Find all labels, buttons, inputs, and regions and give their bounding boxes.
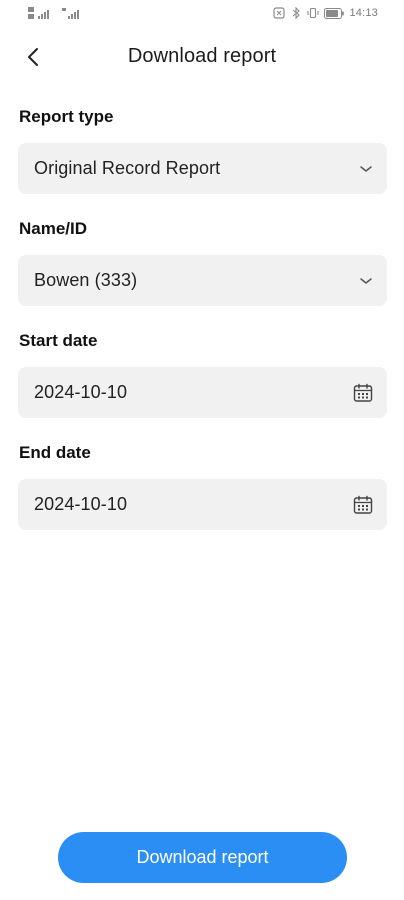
start-date-label: Start date (19, 331, 98, 350)
chevron-down-icon (360, 165, 372, 172)
name-id-label: Name/ID (19, 219, 88, 238)
battery-icon (324, 7, 345, 19)
download-report-button[interactable]: Download report (58, 832, 347, 883)
vibrate-icon (307, 7, 320, 19)
header: Download report (0, 36, 404, 76)
nfc-icon (273, 7, 286, 19)
end-date-label: End date (19, 443, 91, 462)
sim-signal-icon (28, 7, 49, 19)
start-date-field[interactable]: 2024-10-10 (18, 367, 387, 418)
end-date-value: 2024-10-10 (34, 494, 128, 514)
status-left (28, 5, 88, 21)
report-type-label: Report type (19, 107, 114, 126)
calendar-icon[interactable] (353, 495, 373, 515)
end-date-field[interactable]: 2024-10-10 (18, 479, 387, 530)
status-time: 14:13 (349, 7, 378, 19)
report-type-select[interactable]: Original Record Report (18, 143, 387, 194)
page-title: Download report (127, 45, 277, 67)
start-date-value: 2024-10-10 (34, 382, 128, 402)
name-id-value: Bowen (333) (34, 270, 138, 290)
status-right: 14:13 (273, 7, 378, 19)
name-id-select[interactable]: Bowen (333) (18, 255, 387, 306)
chevron-down-icon (360, 277, 372, 284)
download-report-screen: 14:13 Download report Report type Origin… (0, 0, 404, 900)
report-type-value: Original Record Report (34, 158, 221, 178)
status-bar: 14:13 (0, 0, 404, 30)
calendar-icon[interactable] (353, 383, 373, 403)
sim-signal-icon-2 (62, 8, 79, 19)
bluetooth-icon (293, 7, 301, 19)
